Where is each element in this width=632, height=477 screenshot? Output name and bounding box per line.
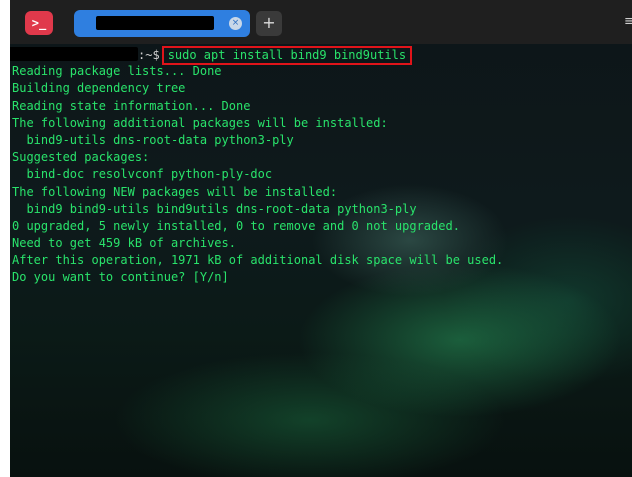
output-line: Reading state information... Done <box>12 98 251 113</box>
output-line: Do you want to continue? [Y/n] <box>12 270 229 285</box>
prompt-symbol: :~$ <box>138 48 160 62</box>
output-line: bind-doc resolvconf python-ply-doc <box>12 167 273 182</box>
new-tab-button[interactable]: + <box>256 11 282 36</box>
output-line: The following NEW packages will be insta… <box>12 184 338 199</box>
output-line: bind9-utils dns-root-data python3-ply <box>12 132 294 147</box>
output-line: 0 upgraded, 5 newly installed, 0 to remo… <box>12 218 460 233</box>
output-line: After this operation, 1971 kB of additio… <box>12 253 504 268</box>
terminal-window: >_ × + ≡ :~$ sudo apt install bind9 bind9… <box>10 0 632 477</box>
terminal-app-icon[interactable]: >_ <box>25 11 53 35</box>
prompt-line: :~$ sudo apt install bind9 bind9utils <box>10 46 628 65</box>
redacted-user-host <box>10 47 138 61</box>
output-line: Need to get 459 kB of archives. <box>12 236 236 251</box>
output-line: Reading package lists... Done <box>12 64 222 79</box>
tab-bar: >_ × + ≡ <box>10 0 632 44</box>
output-line: Suggested packages: <box>12 150 150 165</box>
tab-active[interactable]: × <box>74 10 250 37</box>
command-text: sudo apt install bind9 bind9utils <box>161 46 413 65</box>
output-line: bind9 bind9-utils bind9utils dns-root-da… <box>12 201 417 216</box>
menu-icon[interactable]: ≡ <box>624 14 632 30</box>
output-line: The following additional packages will b… <box>12 115 388 130</box>
redacted-tab-title <box>96 16 214 30</box>
terminal-output[interactable]: :~$ sudo apt install bind9 bind9utils Rea… <box>10 46 628 287</box>
output-line: Building dependency tree <box>12 81 186 96</box>
close-icon[interactable]: × <box>229 17 242 30</box>
